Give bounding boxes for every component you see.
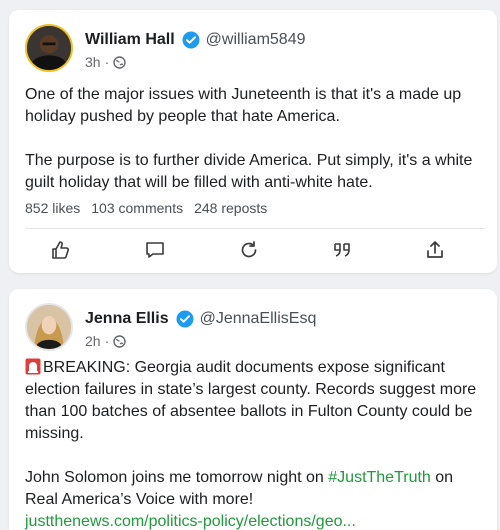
post-paragraph: John Solomon joins me tomorrow night on … <box>25 467 485 511</box>
post-card: William Hall @william5849 3h · One of th… <box>9 10 497 273</box>
avatar[interactable] <box>25 24 73 72</box>
action-bar <box>9 239 497 263</box>
post-paragraph: One of the major issues with Juneteenth … <box>25 86 462 125</box>
post-text: John Solomon joins me tomorrow night on <box>25 469 329 486</box>
comment-icon[interactable] <box>144 239 166 261</box>
like-icon[interactable] <box>50 239 72 261</box>
author-name[interactable]: William Hall <box>85 31 175 49</box>
post-text: BREAKING: Georgia audit documents expose… <box>25 359 477 442</box>
share-icon[interactable] <box>424 239 446 261</box>
author-handle[interactable]: @william5849 <box>206 31 306 49</box>
divider <box>25 228 485 229</box>
engagement-stats: 852 likes 103 comments 248 reposts <box>25 200 267 216</box>
likes-count[interactable]: 852 likes <box>25 200 80 216</box>
verified-badge-icon <box>176 310 194 328</box>
repost-icon[interactable] <box>238 239 260 261</box>
author-name[interactable]: Jenna Ellis <box>85 310 169 328</box>
post-paragraph: BREAKING: Georgia audit documents expose… <box>25 357 485 445</box>
reposts-count[interactable]: 248 reposts <box>194 200 267 216</box>
author-handle[interactable]: @JennaEllisEsq <box>200 310 317 328</box>
post-body: One of the major issues with Juneteenth … <box>25 84 485 216</box>
post-time: 3h <box>85 54 101 70</box>
siren-icon <box>25 358 41 375</box>
globe-icon <box>113 55 126 69</box>
comments-count[interactable]: 103 comments <box>91 200 183 216</box>
verified-badge-icon <box>182 31 200 49</box>
avatar[interactable] <box>25 303 73 351</box>
meta-separator: · <box>104 54 110 70</box>
post-paragraph: The purpose is to further divide America… <box>25 152 473 191</box>
post-body: BREAKING: Georgia audit documents expose… <box>25 357 485 530</box>
quote-icon[interactable] <box>331 239 353 261</box>
meta-separator: · <box>104 333 110 349</box>
post-time: 2h <box>85 333 101 349</box>
post-card: Jenna Ellis @JennaEllisEsq 2h · BREAKING… <box>9 289 497 530</box>
hashtag-link[interactable]: #JustTheTruth <box>328 469 431 486</box>
external-link[interactable]: justthenews.com/politics-policy/election… <box>25 511 485 530</box>
globe-icon <box>113 334 126 348</box>
